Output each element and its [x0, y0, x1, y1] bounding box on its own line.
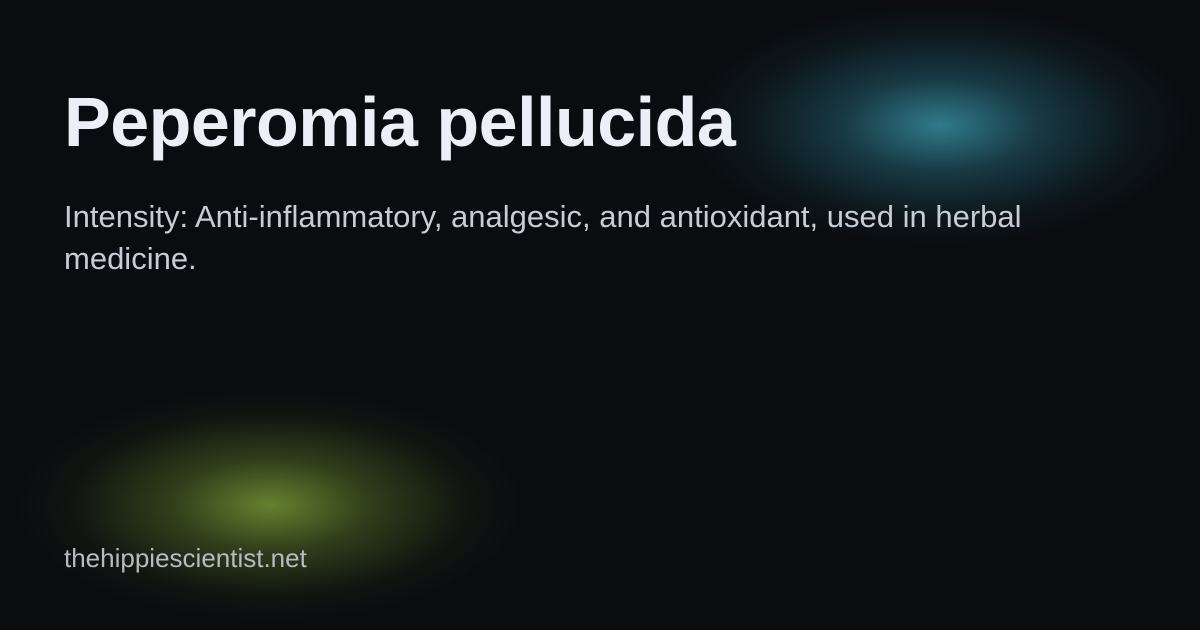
- site-domain: thehippiescientist.net: [64, 543, 307, 573]
- page-title: Peperomia pellucida: [64, 83, 736, 161]
- share-card: Peperomia pellucida Intensity: Anti-infl…: [0, 0, 1200, 630]
- green-glow-decoration: [20, 390, 520, 620]
- description-text: Intensity: Anti-inflammatory, analgesic,…: [64, 199, 1022, 276]
